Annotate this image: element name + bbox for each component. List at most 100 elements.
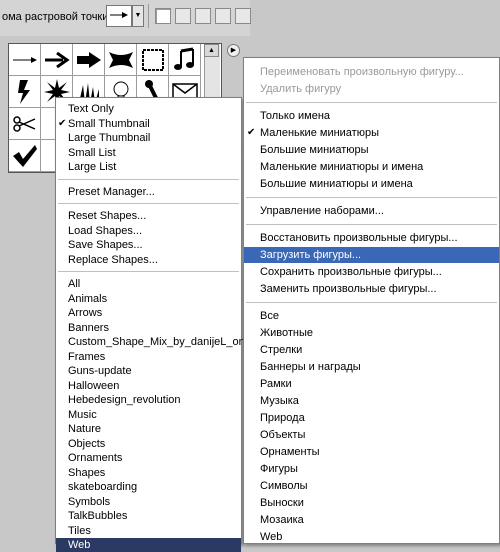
- menu-item-objects[interactable]: Objects: [56, 437, 241, 451]
- menu-item-животные[interactable]: Животные: [244, 325, 499, 341]
- menu-item-nature[interactable]: Nature: [56, 422, 241, 436]
- menu-item-стрелки[interactable]: Стрелки: [244, 342, 499, 358]
- menu-item-мозаика[interactable]: Мозаика: [244, 512, 499, 528]
- menu-item-label: Заменить произвольные фигуры...: [260, 283, 437, 295]
- options-bar: ома растровой точки: ▼: [0, 0, 251, 36]
- menu-item-маленькие-миниатюры-и-имена[interactable]: Маленькие миниатюры и имена: [244, 159, 499, 175]
- menu-item-talkbubbles[interactable]: TalkBubbles: [56, 509, 241, 523]
- bold-arrow-icon[interactable]: [41, 44, 73, 76]
- menu-item-label: Выноски: [260, 497, 304, 509]
- menu-item-reset-shapes[interactable]: Reset Shapes...: [56, 209, 241, 223]
- banner-icon[interactable]: [105, 44, 137, 76]
- menu-item-animals[interactable]: Animals: [56, 292, 241, 306]
- menu-item-web[interactable]: Web: [244, 529, 499, 545]
- lightning-icon[interactable]: [9, 76, 41, 108]
- menu-item-hebedesign-revolution[interactable]: Hebedesign_revolution: [56, 393, 241, 407]
- menu-item-label: Preset Manager...: [68, 185, 155, 198]
- menu-item-маленькие-миниатюры[interactable]: ✔ Маленькие миниатюры: [244, 125, 499, 141]
- menu-item-загрузить-фигуры[interactable]: Загрузить фигуры...: [244, 247, 499, 263]
- menu-item-label: Save Shapes...: [68, 239, 143, 251]
- menu-item-label: Рамки: [260, 378, 292, 390]
- menu-item-большие-миниатюры-и-имена[interactable]: Большие миниатюры и имена: [244, 176, 499, 192]
- menu-item-label: Управление наборами...: [260, 205, 384, 217]
- menu-item-arrows[interactable]: Arrows: [56, 306, 241, 320]
- new-shape-layer-icon[interactable]: [155, 8, 171, 24]
- toolbar-divider: [148, 4, 149, 28]
- menu-item-ornaments[interactable]: Ornaments: [56, 451, 241, 465]
- menu-item-replace-shapes[interactable]: Replace Shapes...: [56, 253, 241, 267]
- fill-pixels-label: ома растровой точки:: [2, 11, 112, 23]
- menu-item-все[interactable]: Все: [244, 308, 499, 324]
- menu-item-label: Reset Shapes...: [68, 210, 147, 222]
- menu-item-удалить-фигуру[interactable]: Удалить фигуру: [244, 81, 499, 97]
- menu-item-управление-наборами[interactable]: Управление наборами...: [244, 203, 499, 219]
- menu-item-small-thumbnail[interactable]: ✔ Small Thumbnail: [56, 117, 241, 131]
- menu-item-музыка[interactable]: Музыка: [244, 393, 499, 409]
- menu-item-symbols[interactable]: Symbols: [56, 495, 241, 509]
- menu-item-frames[interactable]: Frames: [56, 350, 241, 364]
- menu-item-label: Фигуры: [260, 463, 298, 475]
- arrow-right-icon: [110, 12, 128, 18]
- menu-item-text-only[interactable]: Text Only: [56, 102, 241, 116]
- menu-item-label: Баннеры и награды: [260, 361, 361, 373]
- menu-item-save-shapes[interactable]: Save Shapes...: [56, 238, 241, 252]
- scissors-icon[interactable]: [9, 108, 41, 140]
- music-note-icon[interactable]: [169, 44, 201, 76]
- menu-item-preset-manager[interactable]: Preset Manager...: [56, 185, 241, 199]
- menu-item-восстановить-произвольные-фигуры[interactable]: Восстановить произвольные фигуры...: [244, 230, 499, 246]
- menu-item-large-list[interactable]: Large List: [56, 160, 241, 174]
- menu-item-halloween[interactable]: Halloween: [56, 379, 241, 393]
- picker-menu-button[interactable]: ▶: [227, 44, 240, 57]
- exclude-icon[interactable]: [235, 8, 251, 24]
- menu-item-skateboarding[interactable]: skateboarding: [56, 480, 241, 494]
- menu-item-баннеры-и-награды[interactable]: Баннеры и награды: [244, 359, 499, 375]
- add-to-area-icon[interactable]: [175, 8, 191, 24]
- menu-separator: [58, 178, 239, 180]
- menu-item-label: Animals: [68, 292, 108, 305]
- menu-item-переименовать-произвольную-фигуру[interactable]: Переименовать произвольную фигуру...: [244, 64, 499, 80]
- menu-item-large-thumbnail[interactable]: Large Thumbnail: [56, 131, 241, 145]
- menu-item-фигуры[interactable]: Фигуры: [244, 461, 499, 477]
- menu-item-label: Arrows: [68, 307, 103, 319]
- arrow-preset-field[interactable]: [106, 5, 132, 27]
- menu-item-small-list[interactable]: Small List: [56, 146, 241, 160]
- menu-item-объекты[interactable]: Объекты: [244, 427, 499, 443]
- menu-item-label: All: [68, 278, 81, 290]
- menu-item-shapes[interactable]: Shapes: [56, 466, 241, 480]
- menu-item-орнаменты[interactable]: Орнаменты: [244, 444, 499, 460]
- menu-item-all[interactable]: All: [56, 277, 241, 291]
- menu-item-guns-update[interactable]: Guns-update: [56, 364, 241, 378]
- menu-item-custom-shape-mix-by-danijel-one[interactable]: Custom_Shape_Mix_by_danijeL_one: [56, 335, 251, 349]
- menu-item-природа[interactable]: Природа: [244, 410, 499, 426]
- intersect-icon[interactable]: [215, 8, 231, 24]
- thin-arrow-icon[interactable]: [9, 44, 41, 76]
- menu-item-web[interactable]: Web: [56, 538, 241, 552]
- menu-item-tiles[interactable]: Tiles: [56, 524, 241, 538]
- scroll-up-icon[interactable]: ▲: [204, 44, 219, 57]
- menu-item-label: Frames: [68, 350, 106, 363]
- menu-item-label: Переименовать произвольную фигуру...: [260, 66, 464, 78]
- menu-item-label: Symbols: [68, 495, 111, 508]
- menu-item-label: Tiles: [68, 524, 91, 537]
- heavy-arrow-icon[interactable]: [73, 44, 105, 76]
- stamp-frame-icon[interactable]: [137, 44, 169, 76]
- menu-item-рамки[interactable]: Рамки: [244, 376, 499, 392]
- subtract-icon[interactable]: [195, 8, 211, 24]
- menu-item-заменить-произвольные-фигуры[interactable]: Заменить произвольные фигуры...: [244, 281, 499, 297]
- checkmark-icon[interactable]: [9, 140, 41, 172]
- menu-item-label: Hebedesign_revolution: [68, 394, 181, 406]
- menu-item-label: Только имена: [260, 110, 331, 122]
- menu-item-большие-миниатюры[interactable]: Большие миниатюры: [244, 142, 499, 158]
- checkmark-icon: ✔: [58, 117, 67, 129]
- arrow-dropdown-button[interactable]: ▼: [132, 5, 144, 27]
- menu-item-выноски[interactable]: Выноски: [244, 495, 499, 511]
- menu-separator: [246, 302, 497, 303]
- menu-item-только-имена[interactable]: Только имена: [244, 108, 499, 124]
- menu-item-load-shapes[interactable]: Load Shapes...: [56, 224, 241, 238]
- menu-item-сохранить-произвольные-фигуры[interactable]: Сохранить произвольные фигуры...: [244, 264, 499, 280]
- menu-item-music[interactable]: Music: [56, 408, 241, 422]
- menu-item-label: Объекты: [260, 429, 306, 441]
- menu-item-символы[interactable]: Символы: [244, 478, 499, 494]
- menu-item-banners[interactable]: Banners: [56, 321, 241, 335]
- menu-separator: [246, 102, 497, 103]
